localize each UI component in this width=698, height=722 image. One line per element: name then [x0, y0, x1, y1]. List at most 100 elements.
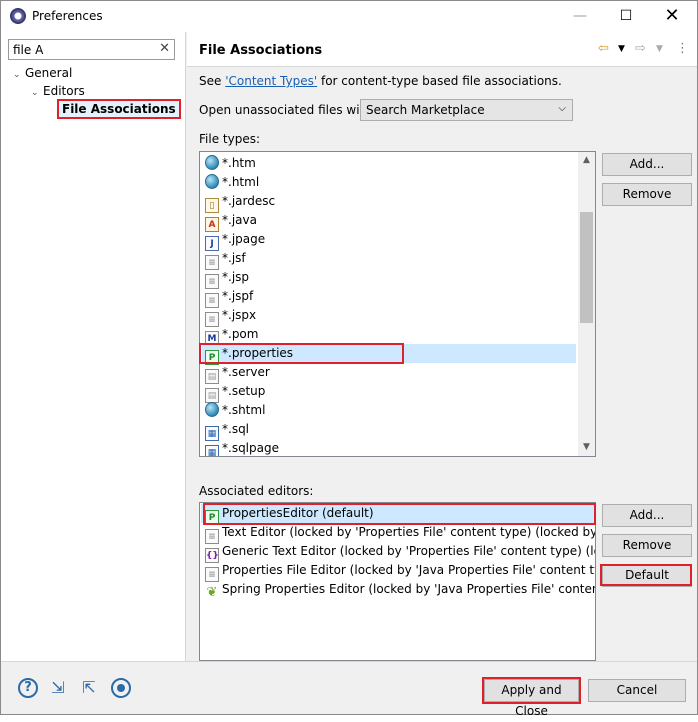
remove-editor-button[interactable]: Remove — [602, 534, 692, 557]
file-type-name: *.html — [222, 175, 260, 189]
list-item[interactable]: ≡ Properties File Editor (locked by 'Java… — [205, 561, 595, 582]
highlight-box-apply — [482, 677, 581, 704]
import-icon[interactable]: ⇲ — [48, 678, 68, 698]
dialog-button-bar: ? ⇲ ⇱ Apply and Close Cancel — [1, 661, 697, 718]
filter-value: file A — [13, 43, 44, 57]
expand-chevron-icon[interactable]: ⌄ — [13, 70, 25, 80]
file-type-name: *.jsp — [222, 270, 250, 284]
list-item[interactable]: ≡ *.jsf — [205, 249, 246, 270]
tree-item-label: File Associations — [57, 99, 181, 119]
list-item[interactable]: M *.pom — [205, 325, 259, 346]
sql-icon: ▦ — [205, 445, 219, 456]
remove-file-type-button[interactable]: Remove — [602, 183, 692, 206]
file-types-list[interactable]: *.htm *.html ▯ *.jardesc A *.java J *.jpage… — [199, 151, 596, 457]
forward-dropdown-icon[interactable]: ▼ — [656, 44, 663, 54]
help-icon[interactable]: ? — [18, 678, 38, 698]
list-item[interactable]: ≡ Text Editor (locked by 'Properties File… — [205, 523, 596, 544]
list-item[interactable]: A *.java — [205, 211, 257, 232]
preferences-tree-pane: file A ✕ ⌄ General ⌄ Editors File Associat… — [1, 32, 186, 661]
file-type-name: *.java — [222, 213, 257, 227]
list-item[interactable]: ▦ *.sqlpage — [205, 439, 279, 456]
maximize-button[interactable]: ☐ — [603, 1, 649, 32]
add-file-type-button[interactable]: Add... — [602, 153, 692, 176]
select-value: Search Marketplace — [366, 103, 485, 117]
scroll-thumb[interactable] — [580, 212, 593, 323]
hint-prefix: See — [199, 74, 226, 88]
file-type-name: *.htm — [222, 156, 256, 170]
page-title: File Associations — [199, 43, 323, 58]
file-type-name: *.sqlpage — [222, 441, 279, 455]
file-types-label: File types: — [199, 132, 260, 146]
content-types-link[interactable]: 'Content Types' — [225, 74, 317, 88]
globe-icon — [205, 402, 219, 417]
back-arrow-icon[interactable]: ⇦ — [598, 41, 609, 56]
file-type-name: *.jardesc — [222, 194, 276, 208]
list-item[interactable]: ❦ Spring Properties Editor (locked by 'Ja… — [205, 580, 595, 600]
record-icon[interactable] — [111, 678, 131, 698]
title-bar: Preferences — ☐ ✕ — [1, 1, 697, 32]
scroll-up-icon[interactable]: ▲ — [578, 152, 595, 169]
tree-item-label: Editors — [43, 84, 85, 98]
editor-name: Text Editor (locked by 'Properties File'… — [222, 525, 596, 539]
scroll-down-icon[interactable]: ▼ — [578, 439, 595, 456]
preferences-window: Preferences — ☐ ✕ file A ✕ ⌄ General ⌄ Edi… — [0, 0, 698, 718]
highlight-box-default — [600, 564, 692, 586]
cancel-button[interactable]: Cancel — [588, 679, 686, 702]
tree-item-general[interactable]: ⌄ General — [13, 66, 72, 80]
list-item[interactable]: ≡ *.jspx — [205, 306, 257, 327]
file-type-name: *.pom — [222, 327, 259, 341]
close-button[interactable]: ✕ — [649, 1, 695, 32]
list-item[interactable]: *.shtml — [205, 401, 265, 420]
globe-icon — [205, 174, 219, 189]
tree-item-file-associations[interactable]: File Associations — [57, 99, 181, 119]
list-item[interactable]: ≡ *.jsp — [205, 268, 250, 289]
editor-name: Properties File Editor (locked by 'Java … — [222, 563, 595, 577]
associated-editors-label: Associated editors: — [199, 484, 314, 498]
list-item[interactable]: ▤ *.server — [205, 363, 270, 384]
clear-filter-icon[interactable]: ✕ — [159, 41, 170, 56]
list-item[interactable]: ▤ *.setup — [205, 382, 266, 403]
tree-item-editors[interactable]: ⌄ Editors — [31, 84, 85, 98]
back-dropdown-icon[interactable]: ▼ — [618, 44, 625, 54]
file-type-name: *.setup — [222, 384, 266, 398]
content-types-hint: See 'Content Types' for content-type bas… — [199, 74, 562, 88]
list-item[interactable]: ≡ *.jspf — [205, 287, 254, 308]
file-types-scrollbar[interactable]: ▲ ▼ — [578, 152, 595, 456]
list-item[interactable]: *.html — [205, 173, 259, 192]
add-editor-button[interactable]: Add... — [602, 504, 692, 527]
page-header: File Associations ⇦ ▼ ⇨ ▼ ⋮ — [187, 32, 697, 67]
file-type-name: *.jspx — [222, 308, 257, 322]
list-item[interactable]: {} Generic Text Editor (locked by 'Proper… — [205, 542, 595, 563]
tree-item-label: General — [25, 66, 73, 80]
globe-icon — [205, 155, 219, 170]
filter-input[interactable]: file A ✕ — [8, 39, 175, 60]
forward-arrow-icon[interactable]: ⇨ — [635, 41, 646, 56]
file-type-name: *.jpage — [222, 232, 266, 246]
export-icon[interactable]: ⇱ — [79, 678, 99, 698]
list-item[interactable]: J *.jpage — [205, 230, 266, 251]
editor-name: Spring Properties Editor (locked by 'Jav… — [222, 582, 595, 596]
file-type-name: *.jspf — [222, 289, 254, 303]
spring-leaf-icon: ❦ — [206, 585, 218, 600]
list-item[interactable]: *.htm — [205, 154, 256, 173]
window-title: Preferences — [32, 9, 103, 23]
expand-chevron-icon[interactable]: ⌄ — [31, 88, 43, 98]
hint-suffix: for content-type based file associations… — [317, 74, 562, 88]
list-item[interactable]: ▦ *.sql — [205, 420, 250, 441]
file-type-name: *.jsf — [222, 251, 246, 265]
editor-name: Generic Text Editor (locked by 'Properti… — [222, 544, 595, 558]
associated-editors-list[interactable]: P PropertiesEditor (default) ≡ Text Editor… — [199, 502, 596, 661]
open-unassociated-label: Open unassociated files with: — [199, 103, 376, 117]
minimize-button[interactable]: — — [557, 1, 603, 32]
highlight-box-editor — [203, 503, 596, 525]
file-type-name: *.shtml — [222, 403, 266, 417]
list-item[interactable]: ▯ *.jardesc — [205, 192, 276, 213]
file-type-name: *.sql — [222, 422, 250, 436]
highlight-box-properties — [199, 343, 404, 364]
view-menu-icon[interactable]: ⋮ — [676, 41, 689, 56]
open-unassociated-select[interactable]: Search Marketplace ⌵ — [360, 99, 573, 121]
file-type-name: *.server — [222, 365, 270, 379]
eclipse-app-icon — [10, 8, 26, 24]
chevron-down-icon: ⌵ — [558, 103, 566, 114]
preference-page: File Associations ⇦ ▼ ⇨ ▼ ⋮ See 'Content… — [187, 32, 697, 661]
